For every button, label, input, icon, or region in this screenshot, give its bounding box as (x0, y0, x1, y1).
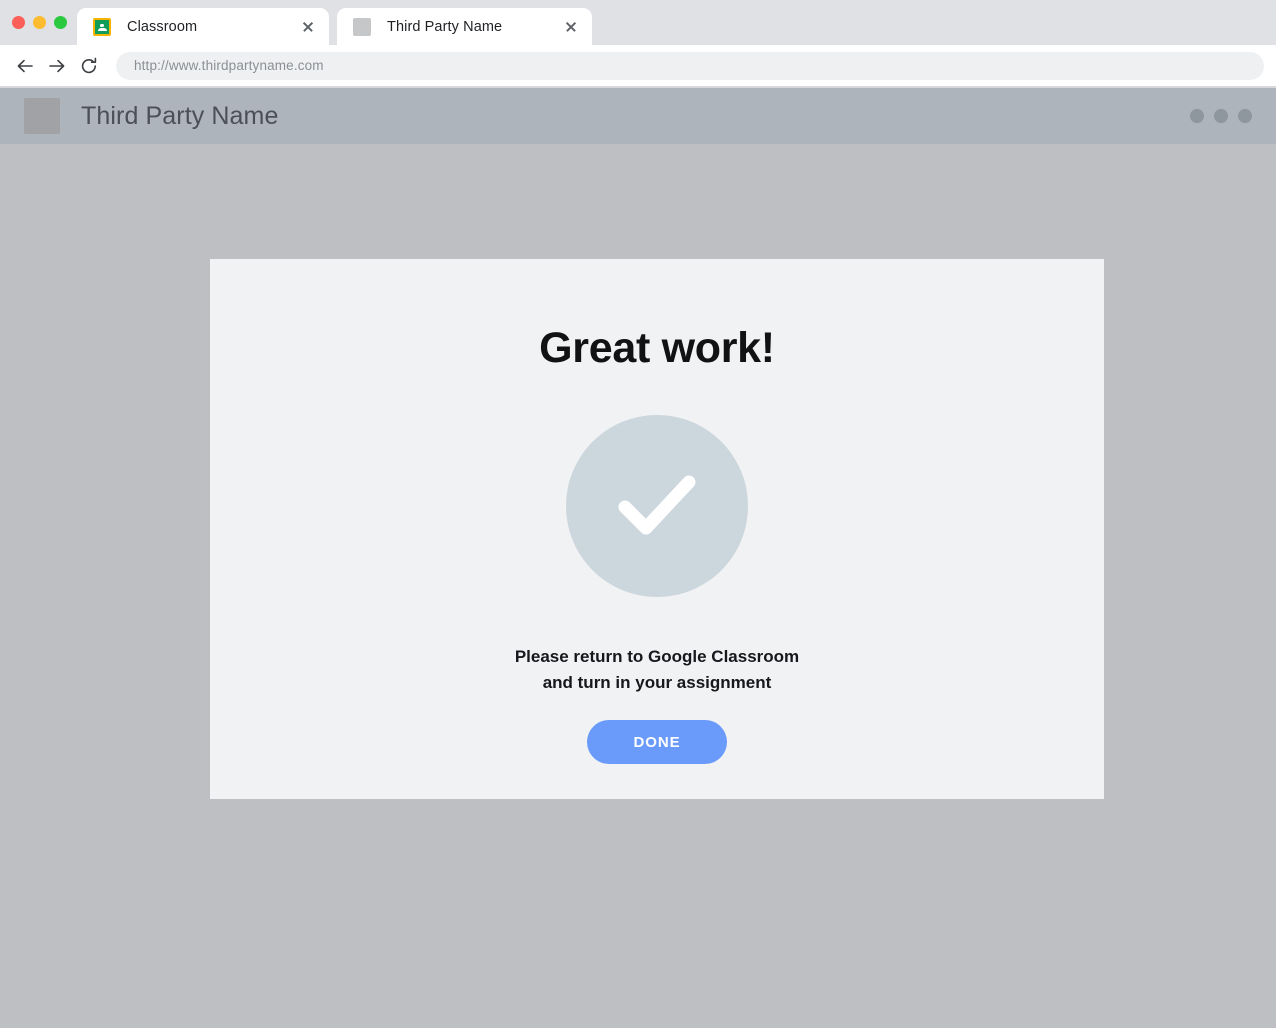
placeholder-square-icon (353, 17, 371, 36)
placeholder-logo-icon (24, 98, 60, 134)
window-maximize-button[interactable] (54, 16, 67, 29)
reload-button[interactable] (74, 51, 104, 81)
google-classroom-icon (93, 17, 111, 36)
tab-title: Classroom (127, 18, 198, 35)
instruction-line-2: and turn in your assignment (542, 673, 772, 692)
completion-card: Great work! Please return to Google Clas… (210, 259, 1104, 799)
checkmark-glyph (618, 475, 696, 535)
window-controls (8, 0, 77, 45)
menu-dot (1190, 109, 1204, 123)
close-icon[interactable] (297, 16, 319, 38)
page-title: Great work! (539, 324, 775, 372)
forward-button[interactable] (42, 51, 72, 81)
checkmark-icon (566, 415, 748, 597)
window-close-button[interactable] (12, 16, 25, 29)
page-body: Great work! Please return to Google Clas… (0, 144, 1276, 1028)
instruction-text: Please return to Google Classroom and tu… (210, 644, 1104, 696)
page-content: Third Party Name Great work! Please retu… (0, 88, 1276, 1028)
tab-title: Third Party Name (387, 18, 503, 35)
browser-window: Classroom Third Party Name http://www.th… (0, 0, 1276, 1028)
arrow-left-icon (17, 59, 33, 72)
browser-tab-third-party[interactable]: Third Party Name (337, 8, 592, 45)
close-icon[interactable] (560, 16, 582, 38)
tab-strip: Classroom Third Party Name (0, 0, 1276, 45)
reload-icon (81, 57, 97, 73)
done-button[interactable]: DONE (587, 720, 727, 764)
browser-toolbar: http://www.thirdpartyname.com (0, 45, 1276, 86)
window-minimize-button[interactable] (33, 16, 46, 29)
site-header: Third Party Name (0, 88, 1276, 144)
menu-dot (1238, 109, 1252, 123)
three-dots-icon[interactable] (1190, 109, 1252, 123)
url-text: http://www.thirdpartyname.com (134, 58, 324, 73)
site-title: Third Party Name (81, 101, 279, 130)
back-button[interactable] (10, 51, 40, 81)
instruction-line-1: Please return to Google Classroom (514, 647, 800, 666)
arrow-right-icon (49, 59, 65, 72)
browser-tab-classroom[interactable]: Classroom (77, 8, 329, 45)
menu-dot (1214, 109, 1228, 123)
address-bar[interactable]: http://www.thirdpartyname.com (116, 51, 1264, 80)
